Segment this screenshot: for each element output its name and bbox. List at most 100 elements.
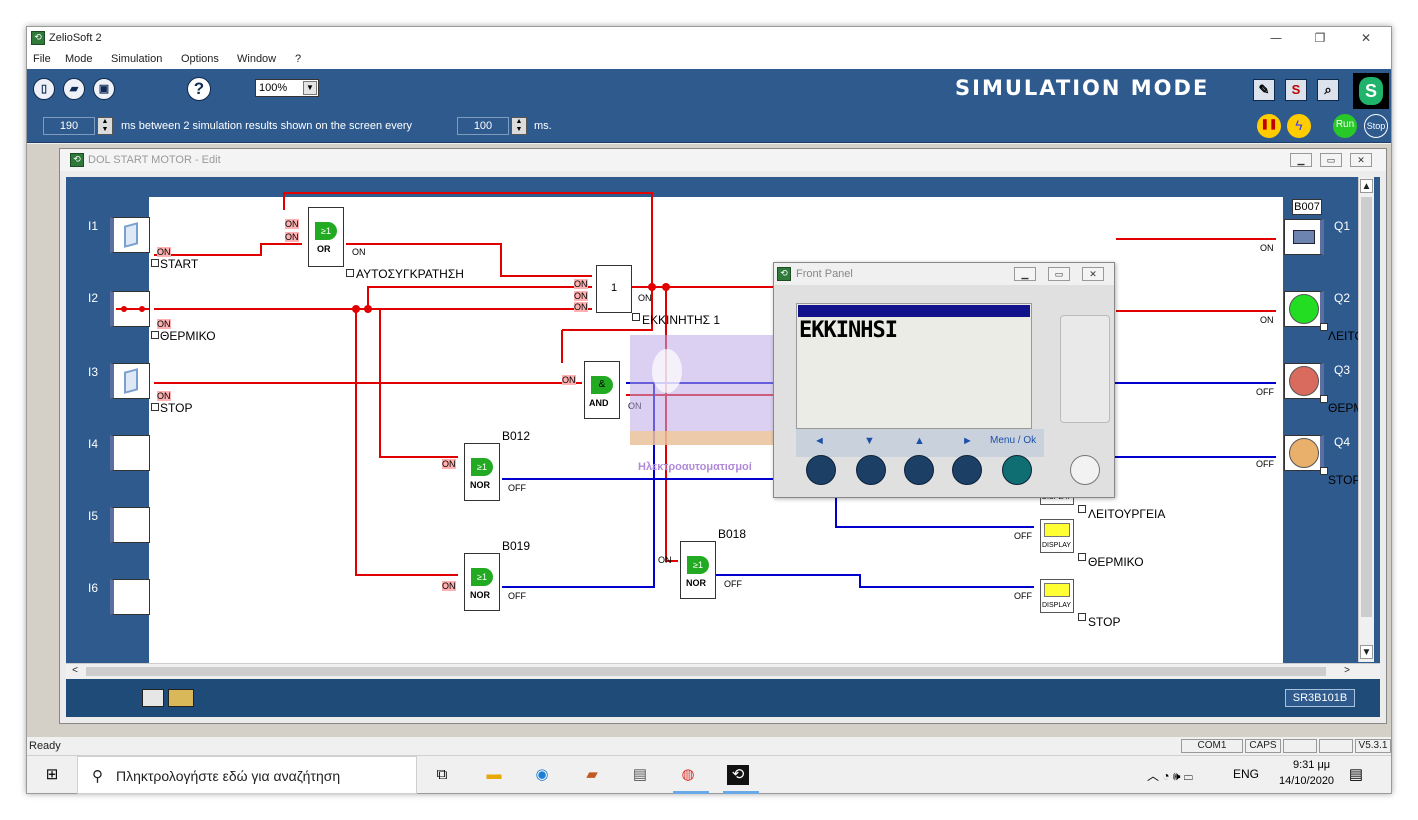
q3-checkbox[interactable] [1320, 395, 1328, 403]
and-block[interactable]: & AND [584, 361, 620, 419]
i3-checkbox[interactable] [151, 403, 159, 411]
input-i1-pushbutton[interactable] [110, 217, 150, 253]
minimize-button[interactable]: — [1261, 30, 1291, 46]
scroll-down-arrow[interactable]: ▼ [1360, 645, 1373, 659]
photos-app-icon[interactable]: ▰ [581, 765, 603, 785]
chrome-browser-icon[interactable]: ◍ [677, 765, 699, 785]
horizontal-scroll-thumb[interactable] [86, 667, 1326, 676]
save-disk-icon[interactable]: ▣ [93, 78, 115, 100]
pause-icon[interactable]: ❚❚ [1257, 114, 1281, 138]
nor1-block[interactable]: ≥1 NOR [464, 443, 500, 501]
language-indicator[interactable]: ENG [1233, 767, 1259, 781]
scroll-up-arrow[interactable]: ▲ [1360, 179, 1373, 193]
vertical-scroll-thumb[interactable] [1361, 197, 1372, 617]
simulation-mode-banner: SIMULATION MODE [955, 76, 1210, 100]
magnifier-icon[interactable]: ⌕ [1317, 79, 1339, 101]
menu-ok-key-button[interactable] [1002, 455, 1032, 485]
menu-file[interactable]: File [33, 53, 51, 65]
coil-block[interactable]: 1 [596, 265, 632, 313]
output-q2-lamp[interactable] [1284, 291, 1324, 327]
clock-time[interactable]: 9:31 μμ [1293, 759, 1330, 771]
input-i5-empty[interactable] [110, 507, 150, 543]
notification-icon[interactable]: ▤ [1345, 765, 1367, 785]
scroll-left-arrow[interactable]: < [68, 664, 82, 678]
up-key-button[interactable] [904, 455, 934, 485]
q4-checkbox[interactable] [1320, 467, 1328, 475]
stop-button[interactable]: Stop [1364, 114, 1388, 138]
i1-checkbox[interactable] [151, 259, 159, 267]
restore-button[interactable]: ❐ [1305, 30, 1335, 46]
down-key-button[interactable] [856, 455, 886, 485]
scroll-right-arrow[interactable]: > [1340, 664, 1354, 678]
right-key-button[interactable] [952, 455, 982, 485]
output-q1-relay[interactable] [1284, 219, 1324, 255]
refresh-field[interactable]: 100 [457, 117, 509, 135]
vertical-scrollbar[interactable]: ▲ ▼ [1358, 177, 1374, 662]
display-2-checkbox[interactable] [1078, 553, 1086, 561]
refresh-spinner[interactable]: ▲ ▼ [511, 117, 527, 135]
nor2-id: B019 [502, 539, 531, 553]
input-i2-contact[interactable] [110, 291, 150, 327]
horizontal-scrollbar[interactable]: < > [66, 663, 1380, 679]
menu-simulation[interactable]: Simulation [111, 53, 162, 65]
search-icon: ⚲ [92, 768, 103, 785]
nor-gate-icon: ≥1 [471, 458, 493, 476]
system-tray-icons[interactable]: ︿ ◔ 🕪 ▭ [1147, 767, 1193, 784]
menu-help[interactable]: ? [295, 53, 301, 65]
extension-module-icon[interactable] [168, 689, 194, 707]
new-file-icon[interactable]: ▯ [33, 78, 55, 100]
open-folder-icon[interactable]: ▰ [63, 78, 85, 100]
file-explorer-icon[interactable]: ▬ [483, 765, 505, 785]
taskbar-search-box[interactable]: ⚲ Πληκτρολογήστε εδώ για αναζήτηση [77, 756, 417, 794]
escape-key-button[interactable] [1070, 455, 1100, 485]
menu-window[interactable]: Window [237, 53, 276, 65]
zoom-select[interactable]: 100% ▼ [255, 79, 319, 97]
monitor-icon[interactable]: ✎ [1253, 79, 1275, 101]
input-i4-empty[interactable] [110, 435, 150, 471]
edit-close-button[interactable]: ✕ [1350, 153, 1372, 167]
display-block-2[interactable]: DISPLAY [1040, 519, 1074, 553]
windows-start-icon[interactable]: ⊞ [41, 765, 63, 785]
q2-checkbox[interactable] [1320, 323, 1328, 331]
or-checkbox[interactable] [346, 269, 354, 277]
lightning-icon[interactable]: ϟ [1287, 114, 1311, 138]
display-3-checkbox[interactable] [1078, 613, 1086, 621]
module-bar: SR3B101B [66, 679, 1380, 717]
title-bar: ⟲ ZelioSoft 2 — ❐ ✕ [27, 27, 1391, 49]
zeliosoft-taskbar-icon[interactable]: ⟲ [727, 765, 749, 785]
nor3-block[interactable]: ≥1 NOR [680, 541, 716, 599]
lcd-screen: EKKINHSI [796, 303, 1032, 429]
document-app-icon[interactable]: ▤ [629, 765, 651, 785]
output-q3-lamp[interactable] [1284, 363, 1324, 399]
fp-close-button[interactable]: ✕ [1082, 267, 1104, 281]
interval-field[interactable]: 190 [43, 117, 95, 135]
s-mode-button[interactable]: S [1285, 79, 1307, 101]
output-q4-lamp[interactable] [1284, 435, 1324, 471]
menu-options[interactable]: Options [181, 53, 219, 65]
input-i3-pushbutton[interactable] [110, 363, 150, 399]
left-key-button[interactable] [806, 455, 836, 485]
input-i6-empty[interactable] [110, 579, 150, 615]
or-block[interactable]: ≥1 OR [308, 207, 344, 267]
interval-spinner[interactable]: ▲ ▼ [97, 117, 113, 135]
run-button[interactable]: Run [1333, 114, 1357, 138]
fp-restore-button[interactable]: ▭ [1048, 267, 1070, 281]
edge-browser-icon[interactable]: ◉ [531, 765, 553, 785]
menu-mode[interactable]: Mode [65, 53, 93, 65]
nor2-block[interactable]: ≥1 NOR [464, 553, 500, 611]
display-block-3[interactable]: DISPLAY [1040, 579, 1074, 613]
display-1-checkbox[interactable] [1078, 505, 1086, 513]
close-button[interactable]: ✕ [1351, 30, 1381, 46]
coil-in3-state: ON [574, 302, 588, 312]
fp-minimize-button[interactable]: ▁ [1014, 267, 1036, 281]
edit-minimize-button[interactable]: ▁ [1290, 153, 1312, 167]
edit-restore-button[interactable]: ▭ [1320, 153, 1342, 167]
coil-checkbox[interactable] [632, 313, 640, 321]
chevron-down-icon[interactable]: ▼ [303, 81, 317, 95]
q4-state: OFF [1256, 459, 1274, 469]
module-icon[interactable] [142, 689, 164, 707]
clock-date[interactable]: 14/10/2020 [1279, 775, 1334, 787]
task-view-icon[interactable]: ⧉ [431, 765, 453, 785]
i2-checkbox[interactable] [151, 331, 159, 339]
help-button[interactable]: ? [187, 77, 211, 101]
